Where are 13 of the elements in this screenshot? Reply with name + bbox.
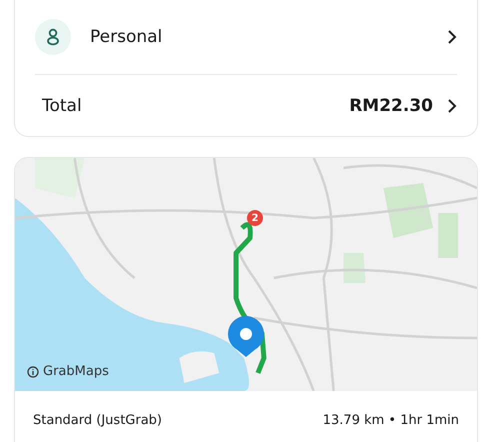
total-label: Total [42, 96, 83, 116]
total-amount: RM22.30 [349, 96, 433, 116]
info-icon[interactable] [27, 366, 39, 378]
chevron-right-icon [447, 98, 457, 114]
total-row[interactable]: Total RM22.30 [35, 75, 457, 137]
payment-row[interactable]: Personal [35, 0, 457, 74]
person-icon [35, 19, 71, 55]
location-pin-icon [226, 314, 266, 358]
payment-method-label: Personal [90, 27, 164, 47]
map-attribution: GrabMaps [43, 364, 109, 379]
chevron-right-icon [447, 29, 457, 45]
service-name: Standard (JustGrab) [33, 412, 162, 428]
trip-summary: 13.79 km • 1hr 1min [322, 412, 459, 428]
